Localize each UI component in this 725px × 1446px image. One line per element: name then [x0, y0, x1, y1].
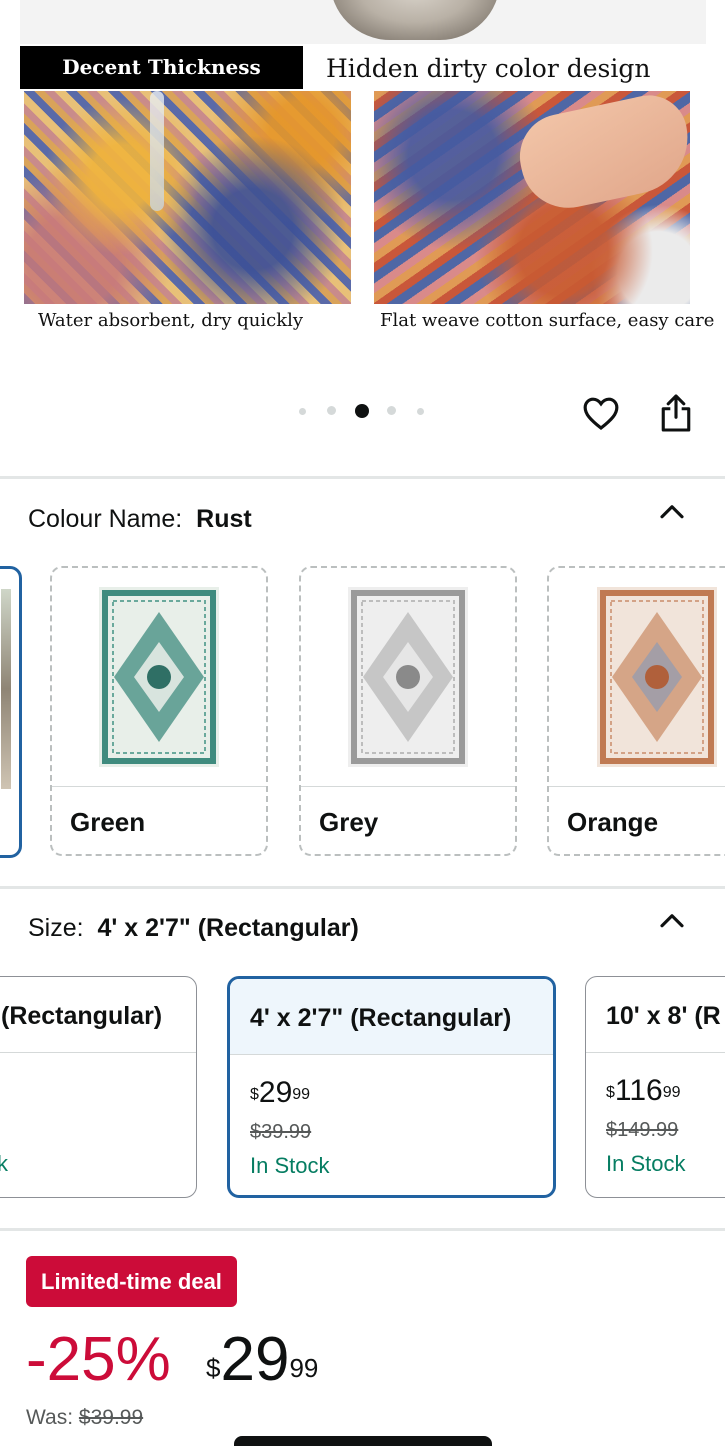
deal-cents: 99: [289, 1353, 319, 1383]
colour-option-rust-selected[interactable]: [0, 566, 22, 858]
size-option-price: $11699: [606, 1074, 681, 1107]
buy-button-edge[interactable]: [234, 1436, 492, 1446]
size-option-card[interactable]: 10' x 8' (R $11699 $149.99 In Stock: [585, 976, 725, 1198]
colour-collapse-button[interactable]: [657, 498, 687, 528]
carousel-dot[interactable]: [299, 408, 306, 415]
carousel-dot-active[interactable]: [355, 404, 369, 418]
colour-option-label: Orange: [549, 786, 725, 854]
price-dollars: 116: [614, 1074, 663, 1107]
size-option-price: $2999: [250, 1076, 311, 1109]
colour-option-label: Grey: [301, 786, 515, 854]
colour-row-label: Colour Name: Rust: [28, 505, 252, 534]
image-tag-thickness: Decent Thickness Runner: [20, 46, 303, 122]
colour-option-green[interactable]: Green: [50, 566, 268, 856]
grey-rug-thumbnail: [301, 568, 515, 786]
colour-label: Colour Name:: [28, 505, 183, 533]
deal-price: $2999: [206, 1322, 318, 1398]
size-option-stock: k: [0, 1151, 8, 1177]
wishlist-button[interactable]: [581, 393, 621, 433]
share-icon: [661, 394, 691, 432]
size-label: Size:: [28, 914, 84, 942]
price-cents: 99: [662, 1084, 681, 1101]
deal-dollars: 29: [220, 1325, 290, 1394]
size-row-label: Size: 4' x 2'7" (Rectangular): [28, 914, 359, 943]
colour-value: Rust: [196, 505, 252, 533]
size-option-title: 4' x 2'7" (Rectangular): [230, 979, 553, 1055]
colour-option-orange[interactable]: Orange: [547, 566, 725, 856]
chevron-up-icon: [660, 505, 684, 519]
orange-rug-thumbnail: [549, 568, 725, 786]
chevron-up-icon: [660, 914, 684, 928]
colour-option-grey[interactable]: Grey: [299, 566, 517, 856]
discount-percent: -25%: [26, 1325, 171, 1394]
rust-rug-thumbnail: [1, 589, 11, 789]
carousel-dot[interactable]: [327, 406, 336, 415]
price-dollars: 29: [258, 1076, 293, 1109]
size-option-was-price: $39.99: [250, 1121, 312, 1143]
green-rug-thumbnail: [52, 568, 266, 786]
carousel-dot[interactable]: [417, 408, 424, 415]
share-button[interactable]: [656, 393, 696, 433]
carousel-dot[interactable]: [387, 406, 396, 415]
size-option-stock: In Stock: [606, 1151, 686, 1176]
limited-deal-badge: Limited-time deal: [26, 1256, 237, 1307]
size-option-title: 10' x 8' (R: [586, 977, 725, 1053]
image-tag-design: Hidden dirty color design: [326, 54, 651, 83]
was-price-line: Was: $39.99: [26, 1406, 143, 1430]
caption-water: Water absorbent, dry quickly: [38, 310, 304, 331]
was-price: $39.99: [78, 1406, 144, 1429]
deal-currency: $: [206, 1353, 221, 1383]
product-photo-water[interactable]: [24, 91, 351, 304]
was-label: Was:: [26, 1406, 74, 1429]
heart-outline-icon: [583, 397, 619, 431]
size-option-was-price: $149.99: [606, 1119, 679, 1141]
price-cents: 99: [292, 1086, 311, 1103]
size-option-stock: In Stock: [250, 1153, 330, 1178]
colour-option-label: Green: [52, 786, 266, 854]
size-option-title: (Rectangular): [0, 977, 196, 1053]
size-value: 4' x 2'7" (Rectangular): [97, 914, 359, 942]
caption-surface: Flat weave cotton surface, easy care: [380, 310, 715, 331]
size-collapse-button[interactable]: [657, 907, 687, 937]
size-option-card-selected[interactable]: 4' x 2'7" (Rectangular) $2999 $39.99 In …: [227, 976, 556, 1198]
water-pour-image: [150, 91, 164, 211]
section-divider: [0, 886, 725, 889]
section-divider: [0, 476, 725, 479]
size-option-card[interactable]: (Rectangular) k: [0, 976, 197, 1198]
section-divider: [0, 1228, 725, 1231]
